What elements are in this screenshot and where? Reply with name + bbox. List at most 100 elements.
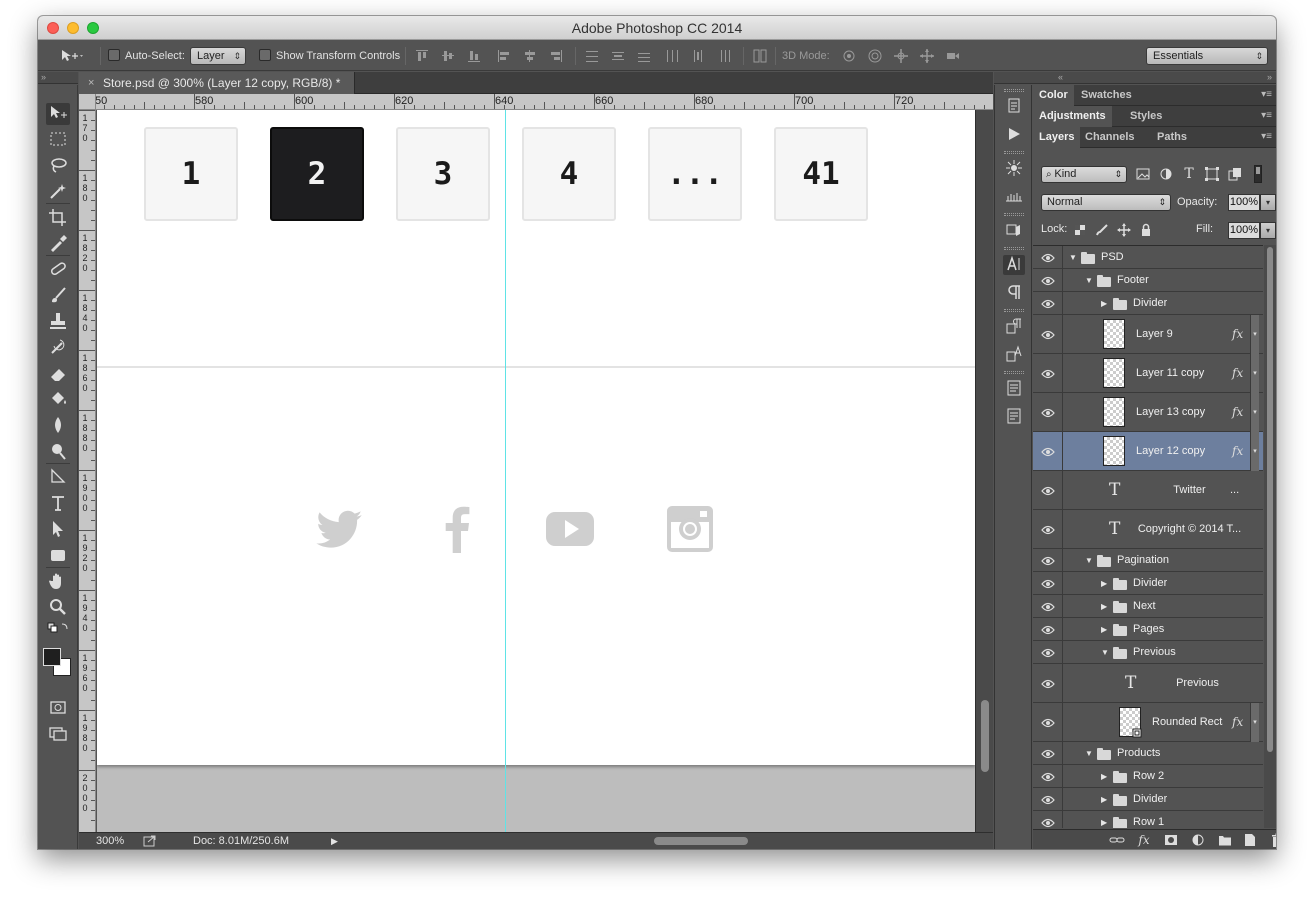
tab-swatches[interactable]: Swatches — [1075, 85, 1138, 106]
vertical-scroll-thumb[interactable] — [981, 700, 989, 772]
visibility-eye-icon[interactable] — [1033, 315, 1063, 354]
3d-roll-icon[interactable] — [867, 48, 883, 64]
lock-position-icon[interactable] — [1117, 223, 1131, 237]
visibility-eye-icon[interactable] — [1033, 788, 1063, 811]
layer-effects-icon[interactable]: fx — [1232, 354, 1243, 393]
document-canvas[interactable]: 1 2 3 4... 41 — [97, 110, 975, 765]
move-tool-icon[interactable] — [46, 103, 70, 125]
eraser-tool-icon[interactable] — [46, 363, 70, 385]
align-bottom-icon[interactable] — [466, 48, 482, 64]
ruler-origin[interactable] — [79, 94, 96, 110]
move-tool-preset-icon[interactable] — [60, 48, 86, 64]
fill-dropdown-icon[interactable]: ▾ — [1260, 222, 1276, 239]
status-menu-arrow-icon[interactable]: ▶ — [331, 833, 338, 849]
horizontal-scroll-thumb[interactable] — [654, 837, 748, 845]
visibility-eye-icon[interactable] — [1033, 269, 1063, 292]
effects-expand-icon[interactable]: ▾ — [1250, 315, 1259, 354]
tab-layers[interactable]: Layers — [1033, 127, 1081, 148]
healing-brush-tool-icon[interactable] — [46, 259, 70, 281]
visibility-eye-icon[interactable] — [1033, 765, 1063, 788]
brush-presets-panel-icon[interactable] — [1003, 159, 1025, 179]
close-tab-icon[interactable]: × — [88, 72, 94, 94]
effects-expand-icon[interactable]: ▾ — [1250, 354, 1259, 393]
type-tool-icon[interactable] — [46, 493, 70, 515]
quick-mask-icon[interactable] — [46, 697, 70, 719]
filter-shape-icon[interactable] — [1204, 166, 1220, 182]
character-panel-icon[interactable] — [1003, 255, 1025, 275]
expand-closed-icon[interactable]: ▶ — [1101, 765, 1107, 788]
layer-effects-icon[interactable]: fx — [1232, 432, 1243, 471]
layer-row[interactable]: Layer 13 copy fx ▾ — [1033, 393, 1263, 432]
layer-effects-icon[interactable]: fx — [1232, 315, 1243, 354]
layer-row[interactable]: T Twitter... — [1033, 471, 1263, 510]
3d-panel-icon[interactable] — [1003, 221, 1025, 241]
3d-slide-icon[interactable] — [919, 48, 935, 64]
layer-row[interactable]: Layer 11 copy fx ▾ — [1033, 354, 1263, 393]
add-mask-icon[interactable] — [1163, 832, 1179, 848]
filter-toggle[interactable] — [1254, 165, 1262, 183]
layer-effects-icon[interactable]: fx — [1232, 703, 1243, 742]
layer-row[interactable]: Rounded Recta... fx▾ — [1033, 703, 1263, 742]
auto-align-icon[interactable] — [752, 48, 768, 64]
canvas-vertical-scrollbar[interactable] — [975, 110, 993, 832]
add-layer-style-icon[interactable]: fx — [1136, 832, 1152, 848]
visibility-eye-icon[interactable] — [1033, 703, 1063, 742]
delete-layer-icon[interactable] — [1269, 832, 1276, 848]
effects-expand-icon[interactable]: ▾ — [1250, 432, 1259, 471]
zoom-tool-icon[interactable] — [46, 597, 70, 619]
expand-open-icon[interactable]: ▼ — [1085, 269, 1093, 292]
layer-group-row[interactable]: ▼ Footer — [1033, 269, 1263, 292]
paragraph-panel-icon[interactable] — [1003, 283, 1025, 303]
layer-group-row[interactable]: ▶ Divider — [1033, 292, 1263, 315]
filter-pixel-icon[interactable] — [1135, 166, 1151, 182]
page-button[interactable]: 41 — [774, 127, 868, 221]
layers-scrollbar[interactable] — [1264, 245, 1276, 828]
paragraph-styles-panel-icon[interactable] — [1003, 317, 1025, 337]
filter-smart-object-icon[interactable] — [1227, 166, 1243, 182]
3d-scale-icon[interactable] — [945, 48, 961, 64]
expand-open-icon[interactable]: ▼ — [1069, 246, 1077, 269]
page-button[interactable]: 1 — [144, 127, 238, 221]
visibility-eye-icon[interactable] — [1033, 432, 1063, 471]
effects-expand-icon[interactable]: ▾ — [1250, 393, 1259, 432]
rectangle-tool-icon[interactable] — [46, 545, 70, 567]
layer-group-row[interactable]: ▶ Next — [1033, 595, 1263, 618]
align-top-icon[interactable] — [414, 48, 430, 64]
visibility-eye-icon[interactable] — [1033, 618, 1063, 641]
blend-mode-dropdown[interactable]: Normal — [1041, 194, 1171, 211]
distribute-top-icon[interactable] — [584, 48, 600, 64]
lock-all-icon[interactable] — [1139, 223, 1153, 237]
effects-expand-icon[interactable]: ▾ — [1250, 703, 1259, 742]
visibility-eye-icon[interactable] — [1033, 354, 1063, 393]
new-group-icon[interactable] — [1217, 832, 1233, 848]
link-layers-icon[interactable] — [1109, 832, 1125, 848]
expand-closed-icon[interactable]: ▶ — [1101, 618, 1107, 641]
expand-closed-icon[interactable]: ▶ — [1101, 292, 1107, 315]
page-button[interactable]: 4 — [522, 127, 616, 221]
expand-closed-icon[interactable]: ▶ — [1101, 811, 1107, 828]
visibility-eye-icon[interactable] — [1033, 471, 1063, 510]
layer-group-row[interactable]: ▶ Divider — [1033, 788, 1263, 811]
pen-tool-icon[interactable] — [46, 467, 70, 489]
character-styles-panel-icon[interactable] — [1003, 345, 1025, 365]
lasso-tool-icon[interactable] — [46, 155, 70, 177]
layer-row[interactable]: T Copyright © 2014 T... — [1033, 510, 1263, 549]
show-transform-checkbox[interactable] — [259, 49, 271, 61]
lock-image-icon[interactable] — [1095, 223, 1109, 237]
auto-select-checkbox[interactable] — [108, 49, 120, 61]
layer-group-row[interactable]: ▶ Row 2 — [1033, 765, 1263, 788]
adjustments-panel-menu-icon[interactable]: ▾≡ — [1261, 106, 1272, 126]
visibility-eye-icon[interactable] — [1033, 742, 1063, 765]
layer-row[interactable]: Layer 9 fx ▾ — [1033, 315, 1263, 354]
align-right-icon[interactable] — [548, 48, 564, 64]
layer-group-row[interactable]: ▼ Pagination — [1033, 549, 1263, 572]
document-tab[interactable]: × Store.psd @ 300% (Layer 12 copy, RGB/8… — [79, 72, 355, 94]
expand-open-icon[interactable]: ▼ — [1085, 742, 1093, 765]
zoom-window-button[interactable] — [87, 22, 99, 34]
page-button[interactable]: 3 — [396, 127, 490, 221]
page-button[interactable]: ... — [648, 127, 742, 221]
visibility-eye-icon[interactable] — [1033, 549, 1063, 572]
brush-panel-icon[interactable] — [1003, 187, 1025, 207]
auto-select-dropdown[interactable]: Layer — [190, 47, 246, 65]
visibility-eye-icon[interactable] — [1033, 572, 1063, 595]
